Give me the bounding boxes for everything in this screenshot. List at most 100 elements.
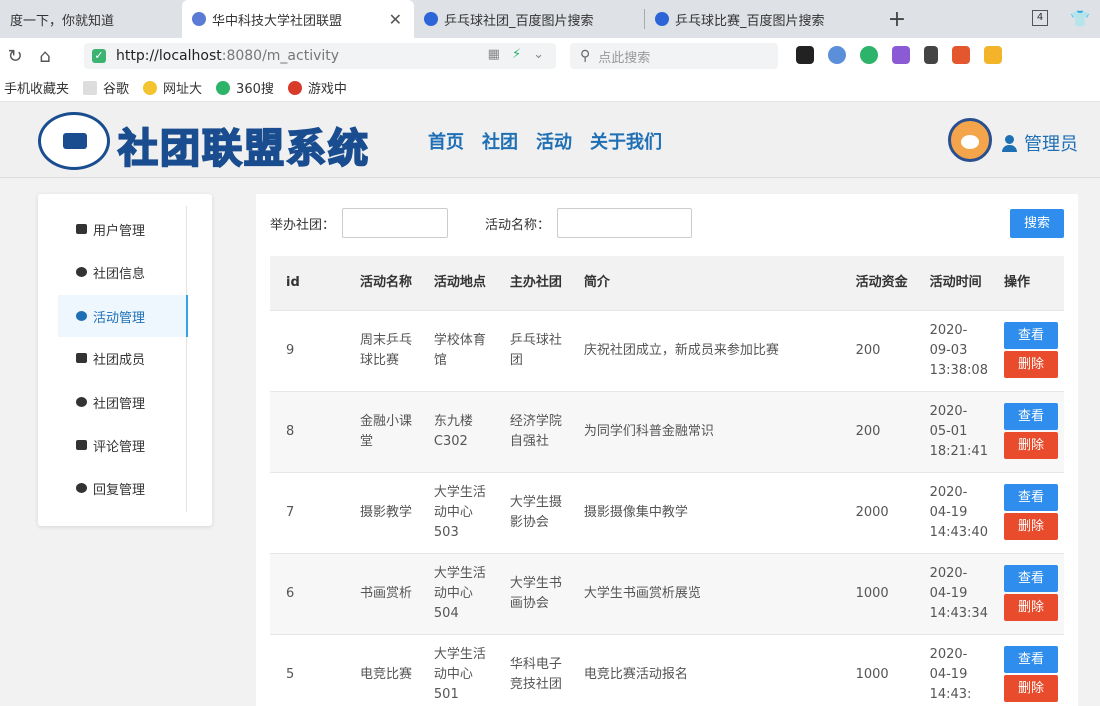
browser-tab-active[interactable]: 华中科技大学社团联盟 ✕ [182,0,414,38]
bookmark-mobile[interactable]: 手机收藏夹 [4,78,69,97]
cell-actions: 查看 删除 [987,390,1064,472]
user-label: 管理员 [1024,134,1078,155]
cell-place: 大学生活动中心501 [417,633,494,706]
bookmark-google[interactable]: 谷歌 [83,78,129,97]
nav-clubs[interactable]: 社团 [482,128,518,154]
cell-name: 金融小课堂 [343,390,418,472]
extension-icon[interactable] [796,46,814,64]
cell-actions: 查看 删除 [987,309,1064,391]
delete-button[interactable]: 删除 [1003,351,1058,378]
nav-home[interactable]: 首页 [428,128,464,154]
chevron-down-icon[interactable]: ⌄ [533,47,544,62]
bookmark-sites[interactable]: 网址大 [143,78,202,97]
cell-place: 大学生活动中心503 [417,471,494,553]
wallet-icon[interactable] [984,46,1002,64]
col-header-name: 活动名称 [343,256,418,310]
translate-icon[interactable] [892,46,910,64]
bookmark-label: 谷歌 [103,82,130,97]
home-icon[interactable]: ⌂ [30,46,60,67]
activity-management-panel: 举办社团： 活动名称： 搜索 id 活动名称 活动地点 主办社团 简介 活动资金… [256,194,1078,706]
delete-button[interactable]: 删除 [1003,594,1058,621]
cell-intro: 为同学们科普金融常识 [567,390,840,472]
reload-icon[interactable]: ↻ [0,46,30,67]
activity-name-filter-label: 活动名称： [485,218,551,233]
browser-search-input[interactable]: ⚲ 点此搜索 [570,43,778,69]
sidebar-item-activities[interactable]: 活动管理 [58,295,188,337]
activity-name-filter-input[interactable] [557,208,692,238]
sidebar-item-users[interactable]: 用户管理 [58,208,188,250]
cell-club: 大学生书画协会 [493,552,568,634]
delete-button[interactable]: 删除 [1003,432,1058,459]
new-tab-button[interactable]: + [877,0,917,38]
sidebar-item-replies[interactable]: 回复管理 [58,467,188,509]
cell-fund: 200 [839,390,914,472]
sidebar-item-label: 活动管理 [93,310,146,326]
university-seal-logo [38,112,110,170]
activity-table: id 活动名称 活动地点 主办社团 简介 活动资金 活动时间 操作 9 周末乒乓… [270,256,1064,706]
scissors-icon[interactable] [924,46,938,64]
bookmark-label: 手机收藏夹 [4,82,70,97]
club-filter-label: 举办社团： [270,218,336,233]
view-button[interactable]: 查看 [1003,322,1058,349]
baidu-paw-icon [424,12,438,26]
browser-address-bar: ↻ ⌂ ✓ http://localhost:8080/m_activity ▦… [0,38,1100,74]
cell-time: 2020-05-01 18:21:41 [913,390,988,472]
club-filter-input[interactable] [342,208,448,238]
grid-icon[interactable]: ▦ [488,47,500,62]
tab-label: 华中科技大学社团联盟 [212,13,343,29]
browser-tab-image-search-1[interactable]: 乒乓球社团_百度图片搜索 [414,0,644,38]
cell-name: 摄影教学 [343,471,418,553]
delete-button[interactable]: 删除 [1003,513,1058,540]
reply-bubble-icon [76,483,87,493]
bookmark-games[interactable]: 游戏中 [287,78,347,97]
view-button[interactable]: 查看 [1003,646,1058,674]
cell-club: 华科电子竞技社团 [493,633,568,706]
folder-icon [76,353,87,363]
tab-count-badge[interactable]: 4 [1032,10,1048,26]
browser-tab-baidu[interactable]: 度一下，你就知道 [0,0,182,38]
table-row: 6 书画赏析 大学生活动中心504 大学生书画协会 大学生书画赏析展览 1000… [270,552,1064,634]
url-field[interactable]: ✓ http://localhost:8080/m_activity ▦ ⚡ ⌄ [84,43,556,69]
col-header-actions: 操作 [987,256,1064,310]
close-tab-icon[interactable]: ✕ [389,10,402,29]
skin-icon[interactable]: 👕 [1070,9,1090,28]
cell-fund: 2000 [839,471,914,553]
lightning-icon[interactable]: ⚡ [512,47,521,62]
cell-time: 2020-04-19 14:43:34 [913,552,988,634]
game-icon[interactable] [952,46,970,64]
cell-id: 8 [270,390,344,472]
chat-icon[interactable] [860,46,878,64]
table-row: 5 电竞比赛 大学生活动中心501 华科电子竞技社团 电竞比赛活动报名 1000… [270,633,1064,706]
sidebar-item-club-info[interactable]: 社团信息 [58,251,188,293]
extension-icon[interactable] [828,46,846,64]
avatar[interactable] [948,118,992,162]
bookmark-360[interactable]: 360搜 [216,78,274,97]
admin-sidebar: 用户管理 社团信息 活动管理 社团成员 社团管理 评论管理 回复管理 [38,194,212,526]
search-button[interactable]: 搜索 [1010,209,1064,238]
cell-name: 周末乒乓球比赛 [343,309,418,391]
tab-label: 度一下，你就知道 [10,13,115,29]
nav-activities[interactable]: 活动 [536,128,572,154]
sidebar-item-comments[interactable]: 评论管理 [58,424,188,466]
url-path: :8080/m_activity [221,48,340,64]
cell-time: 2020-04-19 14:43: [913,633,988,706]
360-icon [216,80,231,95]
nav-about[interactable]: 关于我们 [590,128,662,154]
view-button[interactable]: 查看 [1003,403,1058,430]
users-icon [76,224,87,234]
view-button[interactable]: 查看 [1003,484,1058,511]
table-row: 9 周末乒乓球比赛 学校体育馆 乒乓球社团 庆祝社团成立，新成员来参加比赛 20… [270,309,1064,391]
cell-intro: 大学生书画赏析展览 [567,552,840,634]
search-placeholder: 点此搜索 [598,50,651,66]
view-button[interactable]: 查看 [1003,565,1058,592]
url-host: http://localhost [116,48,222,64]
sidebar-item-label: 用户管理 [93,223,146,239]
cell-time: 2020-04-19 14:43:40 [913,471,988,553]
sidebar-item-members[interactable]: 社团成员 [58,337,188,379]
user-menu[interactable]: 管理员 [1002,130,1078,156]
cell-name: 电竞比赛 [343,633,418,706]
secure-shield-icon: ✓ [92,49,106,63]
sidebar-item-club-admin[interactable]: 社团管理 [58,381,188,423]
delete-button[interactable]: 删除 [1003,675,1058,703]
browser-tab-image-search-2[interactable]: 乒乓球比赛_百度图片搜索 [645,0,877,38]
